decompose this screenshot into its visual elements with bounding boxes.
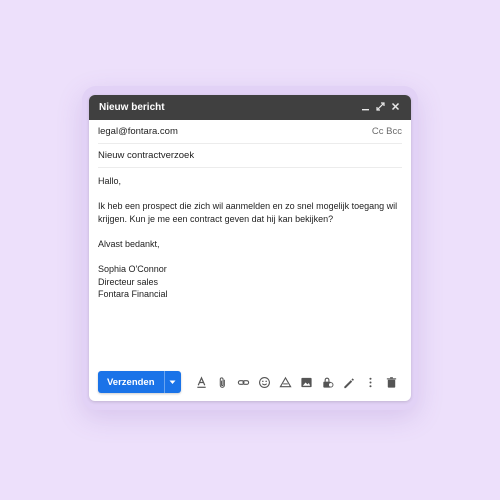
send-options-button[interactable]: [163, 371, 181, 393]
trash-icon[interactable]: [381, 374, 402, 390]
signature-name: Sophia O'Connor: [98, 264, 167, 275]
body-paragraph-line: krijgen. Kun je me een contract geven da…: [98, 213, 334, 224]
right-tools: [360, 374, 402, 390]
formatting-tools: [191, 374, 360, 390]
message-body[interactable]: Hallo, Ik heb een prospect die zich wil …: [89, 168, 411, 301]
more-options-icon[interactable]: [360, 374, 381, 390]
send-button-group: Verzenden: [98, 371, 181, 393]
link-icon[interactable]: [233, 374, 254, 390]
body-thanks: Alvast bedankt,: [98, 238, 160, 249]
compose-titlebar: Nieuw bericht: [89, 95, 411, 120]
compose-title: Nieuw bericht: [99, 102, 165, 113]
compose-toolbar: Verzenden: [98, 371, 402, 393]
send-button[interactable]: Verzenden: [98, 371, 164, 393]
image-icon[interactable]: [296, 374, 317, 390]
subject-field[interactable]: Nieuw contractverzoek: [98, 150, 194, 161]
compose-window: Nieuw bericht legal@fontara.com Cc Bcc N…: [89, 95, 411, 401]
attach-icon[interactable]: [212, 374, 233, 390]
to-field[interactable]: legal@fontara.com: [98, 126, 372, 137]
confidential-icon[interactable]: [317, 374, 338, 390]
recipients-row[interactable]: legal@fontara.com Cc Bcc: [98, 120, 402, 144]
signature-company: Fontara Financial: [98, 289, 168, 300]
format-text-icon[interactable]: [191, 374, 212, 390]
expand-icon[interactable]: [373, 101, 388, 114]
body-paragraph-line: Ik heb een prospect die zich wil aanmeld…: [98, 201, 398, 212]
emoji-icon[interactable]: [254, 374, 275, 390]
drive-icon[interactable]: [275, 374, 296, 390]
subject-row[interactable]: Nieuw contractverzoek: [98, 144, 402, 168]
signature-title: Directeur sales: [98, 276, 159, 287]
body-greeting: Hallo,: [98, 176, 122, 186]
signature-icon[interactable]: [338, 374, 359, 390]
cc-bcc-link[interactable]: Cc Bcc: [372, 126, 402, 137]
signature: Sophia O'Connor Directeur sales Fontara …: [98, 263, 402, 301]
chevron-down-icon: [169, 380, 176, 384]
close-icon[interactable]: [388, 102, 403, 114]
minimize-icon[interactable]: [358, 102, 373, 114]
body-paragraph: Ik heb een prospect die zich wil aanmeld…: [98, 200, 402, 225]
